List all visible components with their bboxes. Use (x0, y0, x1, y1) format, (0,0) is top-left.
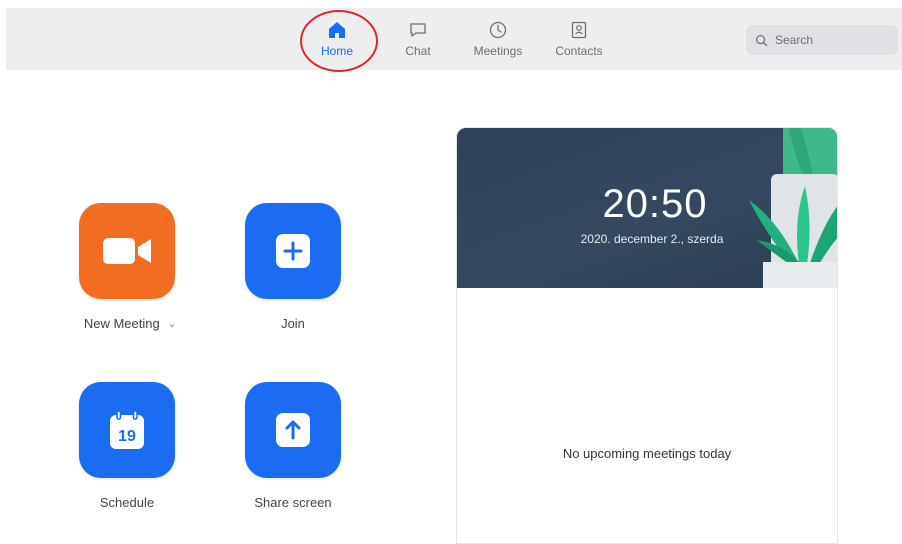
search-box[interactable] (746, 25, 898, 55)
join-label: Join (281, 316, 305, 331)
calendar-day-number: 19 (118, 428, 136, 445)
current-date: 2020. december 2., szerda (580, 232, 724, 246)
chevron-down-icon[interactable]: ⌄ (168, 319, 176, 330)
join-button[interactable] (245, 203, 341, 299)
nav-tab-home-label: Home (320, 44, 353, 58)
share-arrow-icon (276, 413, 310, 447)
nav-tab-chat-label: Chat (405, 44, 431, 58)
no-meetings-message: No upcoming meetings today (562, 446, 732, 461)
new-meeting-label[interactable]: New Meeting ⌄ (60, 316, 200, 331)
contacts-icon (571, 21, 587, 39)
nav-tab-contacts[interactable]: Contacts (544, 8, 614, 70)
current-time: 20:50 (602, 182, 708, 226)
upcoming-meetings-panel: 20:50 2020. december 2., szerda No upcom… (456, 127, 838, 544)
nav-tab-meetings[interactable]: Meetings (463, 8, 533, 70)
search-input[interactable] (775, 33, 885, 47)
home-icon (329, 22, 345, 38)
search-icon (755, 34, 768, 46)
share-screen-label: Share screen (254, 495, 332, 510)
plus-icon (276, 234, 310, 268)
chat-icon (410, 23, 426, 37)
clock-icon (489, 21, 507, 39)
nav-tab-contacts-label: Contacts (555, 44, 603, 58)
share-screen-button[interactable] (245, 382, 341, 478)
video-camera-icon (103, 238, 151, 264)
clock-banner: 20:50 2020. december 2., szerda (457, 128, 837, 288)
schedule-label: Schedule (99, 495, 155, 510)
new-meeting-button[interactable] (79, 203, 175, 299)
plant-illustration (749, 128, 837, 288)
schedule-button[interactable]: 19 (79, 382, 175, 478)
calendar-icon: 19 (110, 410, 144, 449)
nav-tab-home[interactable]: Home (302, 8, 372, 70)
top-navigation-bar: Home Chat Meetings Contacts (6, 8, 902, 70)
nav-tab-meetings-label: Meetings (473, 44, 523, 58)
nav-tab-chat[interactable]: Chat (383, 8, 453, 70)
